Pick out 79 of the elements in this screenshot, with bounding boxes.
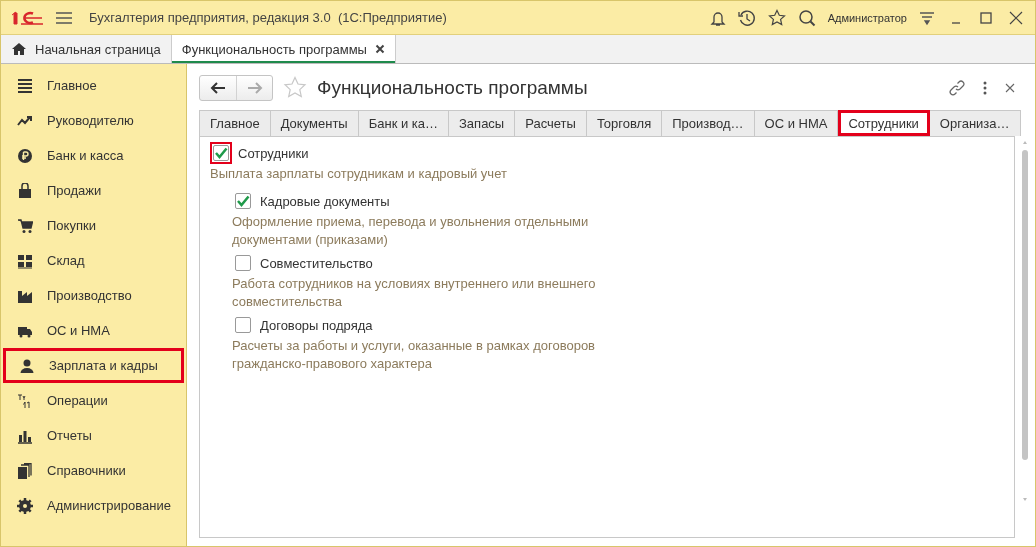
list-icon: [17, 77, 33, 94]
history-icon[interactable]: [737, 8, 756, 27]
checkbox[interactable]: [232, 314, 254, 336]
gear-icon: [17, 497, 33, 514]
item-label: Главное: [47, 78, 97, 93]
link-icon[interactable]: [949, 80, 965, 96]
more-icon[interactable]: [983, 81, 987, 95]
form-tab[interactable]: Производ…: [662, 110, 755, 136]
sidebar-item[interactable]: Справочники: [1, 453, 186, 488]
item-label: Зарплата и кадры: [49, 358, 158, 373]
grid-icon: [17, 252, 33, 269]
books-icon: [17, 462, 33, 479]
tab-label: Функциональность программы: [181, 41, 367, 57]
option-label: Договоры подряда: [260, 317, 373, 333]
form-tab[interactable]: Банк и ка…: [358, 110, 449, 136]
form-tab[interactable]: Документы: [270, 110, 359, 136]
sidebar-item[interactable]: Руководителю: [1, 103, 186, 138]
maximize-icon[interactable]: [977, 10, 995, 25]
item-label: Производство: [47, 288, 132, 303]
user-name[interactable]: Администратор: [827, 11, 907, 24]
close-icon[interactable]: [1005, 83, 1015, 93]
search-icon[interactable]: [797, 8, 816, 27]
checkbox[interactable]: [232, 252, 254, 274]
settings-icon[interactable]: [919, 9, 935, 26]
form-tab[interactable]: ОС и НМА: [754, 110, 839, 136]
item-label: Руководителю: [47, 113, 134, 128]
sidebar-item[interactable]: Главное: [1, 68, 186, 103]
item-label: Справочники: [47, 463, 126, 478]
sidebar-item[interactable]: Продажи: [1, 173, 186, 208]
option-description: Оформление приема, перевода и увольнения отдельными документами (приказами): [232, 213, 590, 249]
item-label: Отчеты: [47, 428, 92, 443]
person-icon: [19, 357, 35, 374]
form-title: Функциональность программы: [317, 77, 588, 99]
star-icon[interactable]: [767, 8, 786, 27]
form-tab[interactable]: Организа…: [929, 110, 1021, 136]
arrow-right-icon: [246, 82, 263, 94]
option-description: Работа сотрудников на условиях внутреннего или внешнего совместительства: [232, 275, 597, 311]
checkbox[interactable]: [210, 142, 232, 164]
sidebar-item[interactable]: Склад: [1, 243, 186, 278]
close-icon[interactable]: [374, 44, 385, 54]
star-icon[interactable]: [283, 76, 307, 100]
item-label: Администрирование: [47, 498, 171, 513]
item-label: Банк и касса: [47, 148, 124, 163]
menu-icon[interactable]: [55, 10, 73, 25]
item-label: Покупки: [47, 218, 96, 233]
form-tab[interactable]: Расчеты: [515, 110, 587, 136]
home-icon: [11, 42, 27, 56]
item-label: Продажи: [47, 183, 102, 198]
sidebar-item[interactable]: Банк и касса: [1, 138, 186, 173]
option-description: Выплата зарплаты сотрудникам и кадровый учет: [210, 165, 508, 183]
sidebar-item[interactable]: Зарплата и кадры: [3, 348, 184, 383]
close-icon[interactable]: [1007, 10, 1025, 25]
form-tab[interactable]: Торговля: [586, 110, 663, 136]
option-label: Совместительство: [260, 255, 373, 271]
option-label: Сотрудники: [238, 145, 309, 161]
sidebar-item[interactable]: Производство: [1, 278, 186, 313]
tab-label: Начальная страница: [35, 41, 161, 57]
arrow-left-icon: [210, 82, 226, 94]
open-tab[interactable]: Функциональность программы: [171, 35, 396, 63]
window-title: Бухгалтерия предприятия, редакция 3.0 (1С:Предприятие): [89, 10, 447, 25]
checkmark-icon: [236, 195, 250, 207]
cart-icon: [17, 217, 33, 234]
sidebar-item[interactable]: Отчеты: [1, 418, 186, 453]
item-label: ОС и НМА: [47, 323, 110, 338]
form-tab[interactable]: Запасы: [449, 110, 516, 136]
sidebar-item[interactable]: Операции: [1, 383, 186, 418]
option-description: Расчеты за работы и услуги, оказанные в рамках договоров гражданско-правового характера: [232, 337, 597, 373]
form-tab[interactable]: Сотрудники: [838, 110, 930, 136]
form-tab[interactable]: Главное: [199, 110, 271, 136]
item-label: Операции: [47, 393, 108, 408]
item-label: Склад: [47, 253, 85, 268]
app-logo: [11, 9, 43, 26]
sidebar-item[interactable]: Администрирование: [1, 488, 186, 523]
sidebar-item[interactable]: Покупки: [1, 208, 186, 243]
ruble-icon: [17, 147, 33, 164]
sidebar-item[interactable]: ОС и НМА: [1, 313, 186, 348]
checkbox[interactable]: [232, 190, 254, 212]
checkmark-icon: [214, 147, 228, 159]
option-label: Кадровые документы: [260, 193, 390, 209]
